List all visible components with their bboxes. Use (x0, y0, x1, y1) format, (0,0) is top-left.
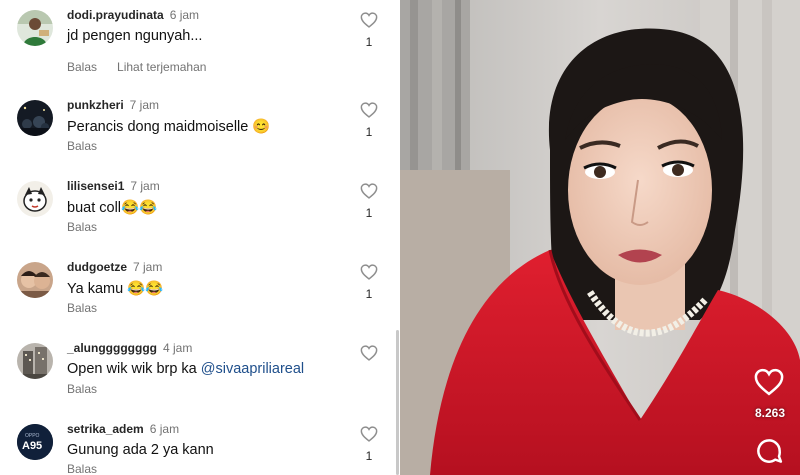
comment-like-count: 1 (365, 287, 373, 301)
comment-time: 6 jam (169, 8, 200, 22)
comment-item: punkzheri 7 jam Perancis dong maidmoisell… (0, 94, 396, 174)
comments-panel[interactable]: dodi.prayudinata 6 jam jd pengen ngunyah.… (0, 0, 400, 475)
comment-like-count: 1 (365, 35, 373, 49)
heart-outline-icon[interactable] (360, 345, 378, 361)
comment-item: dudgoetze 7 jam Ya kamu 😂😂 Balas 1 (0, 256, 396, 336)
reply-button[interactable]: Balas (67, 462, 97, 475)
comment-like: 1 (357, 12, 381, 49)
heart-outline-icon[interactable] (360, 426, 378, 442)
comment-item: dodi.prayudinata 6 jam jd pengen ngunyah.… (0, 4, 396, 84)
comment-bubble-icon[interactable] (754, 436, 784, 466)
heart-outline-icon[interactable] (754, 368, 784, 396)
heart-outline-icon[interactable] (360, 12, 378, 28)
comment-username[interactable]: dodi.prayudinata (67, 8, 164, 22)
avatar[interactable] (17, 343, 53, 379)
comment-header: setrika_adem 6 jam (67, 422, 179, 436)
comment-time: 7 jam (133, 260, 163, 274)
heart-outline-icon[interactable] (360, 264, 378, 280)
video-player[interactable]: 8.263 (400, 0, 800, 475)
comment-header: punkzheri 7 jam (67, 98, 159, 112)
avatar-model-text: A95 (22, 440, 42, 452)
comment-username[interactable]: punkzheri (67, 98, 124, 112)
comment-item: lilisensei1 7 jam buat coll😂😂 Balas 1 (0, 175, 396, 255)
heart-outline-icon[interactable] (360, 102, 378, 118)
comment-actions: Balas (67, 382, 97, 396)
comment-text-body: Open wik wik brp ka (67, 361, 201, 377)
comment-like-count: 1 (365, 206, 373, 220)
comment-username[interactable]: _alungggggggg (67, 341, 157, 355)
comment-actions: Balas (67, 301, 97, 315)
comment-time: 6 jam (149, 422, 180, 436)
comment-header: dudgoetze 7 jam (67, 260, 162, 274)
avatar[interactable] (17, 181, 53, 217)
comment-item: OPPO A95 setrika_adem 6 jam Gunung ada 2 … (0, 418, 396, 475)
comment-like: 1 (357, 102, 381, 139)
reply-button[interactable]: Balas (67, 220, 97, 234)
comment-like: 1 (357, 264, 381, 301)
avatar-brand-text: OPPO (25, 433, 40, 439)
comment-time: 4 jam (162, 341, 193, 355)
avatar[interactable] (17, 10, 53, 46)
comment-header: _alungggggggg 4 jam (67, 341, 192, 355)
video-like-count: 8.263 (754, 406, 786, 420)
comment-text: buat coll😂😂 (67, 200, 158, 216)
comment-text: jd pengen ngunyah... (67, 28, 203, 44)
comment-header: lilisensei1 7 jam (67, 179, 160, 193)
comment-text: Perancis dong maidmoiselle 😊 (67, 119, 271, 135)
avatar[interactable] (17, 262, 53, 298)
comment-item: _alungggggggg 4 jam Open wik wik brp ka @… (0, 337, 396, 417)
comment-text: Gunung ada 2 ya kann (67, 442, 214, 458)
comment-username[interactable]: dudgoetze (67, 260, 127, 274)
scrollbar[interactable] (396, 330, 399, 475)
avatar[interactable] (17, 100, 53, 136)
avatar[interactable]: OPPO A95 (17, 424, 53, 460)
reply-button[interactable]: Balas (67, 301, 97, 315)
comment-actions: Balas (67, 220, 97, 234)
comment-actions: Balas Lihat terjemahan (67, 60, 206, 74)
mention-link[interactable]: @sivaapriliareal (201, 361, 304, 377)
heart-outline-icon[interactable] (360, 183, 378, 199)
comment-actions: Balas (67, 462, 97, 475)
comment-username[interactable]: lilisensei1 (67, 179, 124, 193)
reply-button[interactable]: Balas (67, 139, 97, 153)
comment-time: 7 jam (130, 179, 160, 193)
comment-text: Ya kamu 😂😂 (67, 281, 164, 297)
comment-time: 7 jam (129, 98, 160, 112)
comment-like-count: 1 (365, 125, 373, 139)
comment-username[interactable]: setrika_adem (67, 422, 144, 436)
comment-text: Open wik wik brp ka @sivaapriliareal (67, 361, 304, 377)
video-frame (400, 0, 800, 475)
comment-like: 1 (357, 426, 381, 463)
comment-actions: Balas (67, 139, 97, 153)
reply-button[interactable]: Balas (67, 382, 97, 396)
comment-like: 1 (357, 183, 381, 220)
comment-header: dodi.prayudinata 6 jam (67, 8, 199, 22)
comment-like (357, 345, 381, 361)
reply-button[interactable]: Balas (67, 60, 97, 74)
see-translation-button[interactable]: Lihat terjemahan (117, 60, 206, 74)
comment-like-count: 1 (365, 449, 373, 463)
